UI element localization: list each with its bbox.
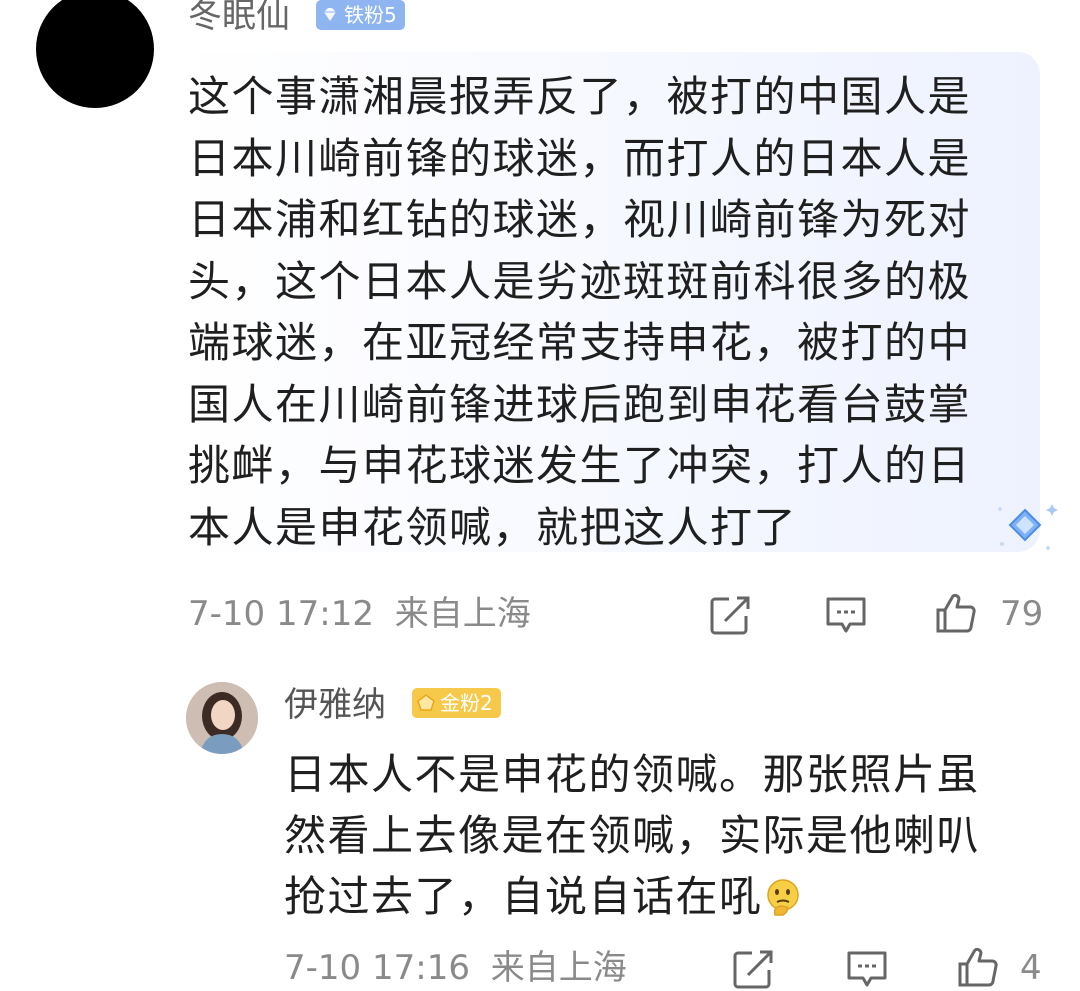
comment-icon[interactable] <box>824 594 868 636</box>
fan-badge: 铁粉5 <box>316 0 405 30</box>
diamond-icon <box>324 8 336 21</box>
like-icon[interactable] <box>934 592 978 634</box>
comment-text[interactable]: 这个事潇湘晨报弄反了，被打的中国人是日本川崎前锋的球迷，而打人的日本人是日本浦和… <box>188 66 1008 558</box>
pentagon-gem-icon <box>417 694 435 711</box>
badge-label: 铁粉5 <box>344 3 397 27</box>
comment-text[interactable]: 日本人不是申花的领喊。那张照片虽然看上去像是在领喊，实际是他喇叭抢过去了，自说自… <box>284 744 1014 927</box>
timestamp: 7-10 17:12 <box>188 594 374 634</box>
share-icon[interactable] <box>709 594 753 636</box>
thinking-emoji <box>766 879 799 916</box>
comment-icon[interactable] <box>845 948 889 990</box>
diamond-sparkle-icon <box>997 504 1058 550</box>
location: 来自上海 <box>490 948 627 988</box>
location: 来自上海 <box>394 594 531 634</box>
avatar[interactable] <box>186 682 258 754</box>
username[interactable]: 伊雅纳 <box>284 683 386 727</box>
comment-text-content: 日本人不是申花的领喊。那张照片虽然看上去像是在领喊，实际是他喇叭抢过去了，自说自… <box>284 750 981 921</box>
share-icon[interactable] <box>732 948 776 990</box>
like-icon[interactable] <box>956 946 1000 988</box>
avatar[interactable] <box>36 0 154 108</box>
badge-label: 金粉2 <box>440 691 493 715</box>
username[interactable]: 冬眠仙 <box>188 0 290 38</box>
fan-badge: 金粉2 <box>412 688 501 718</box>
like-count: 79 <box>1000 594 1044 634</box>
comment-meta: 7-10 17:16 来自上海 <box>284 948 627 988</box>
user-photo <box>186 682 258 754</box>
comment-meta: 7-10 17:12 来自上海 <box>188 594 531 634</box>
timestamp: 7-10 17:16 <box>284 948 470 988</box>
like-count: 4 <box>1020 948 1042 988</box>
